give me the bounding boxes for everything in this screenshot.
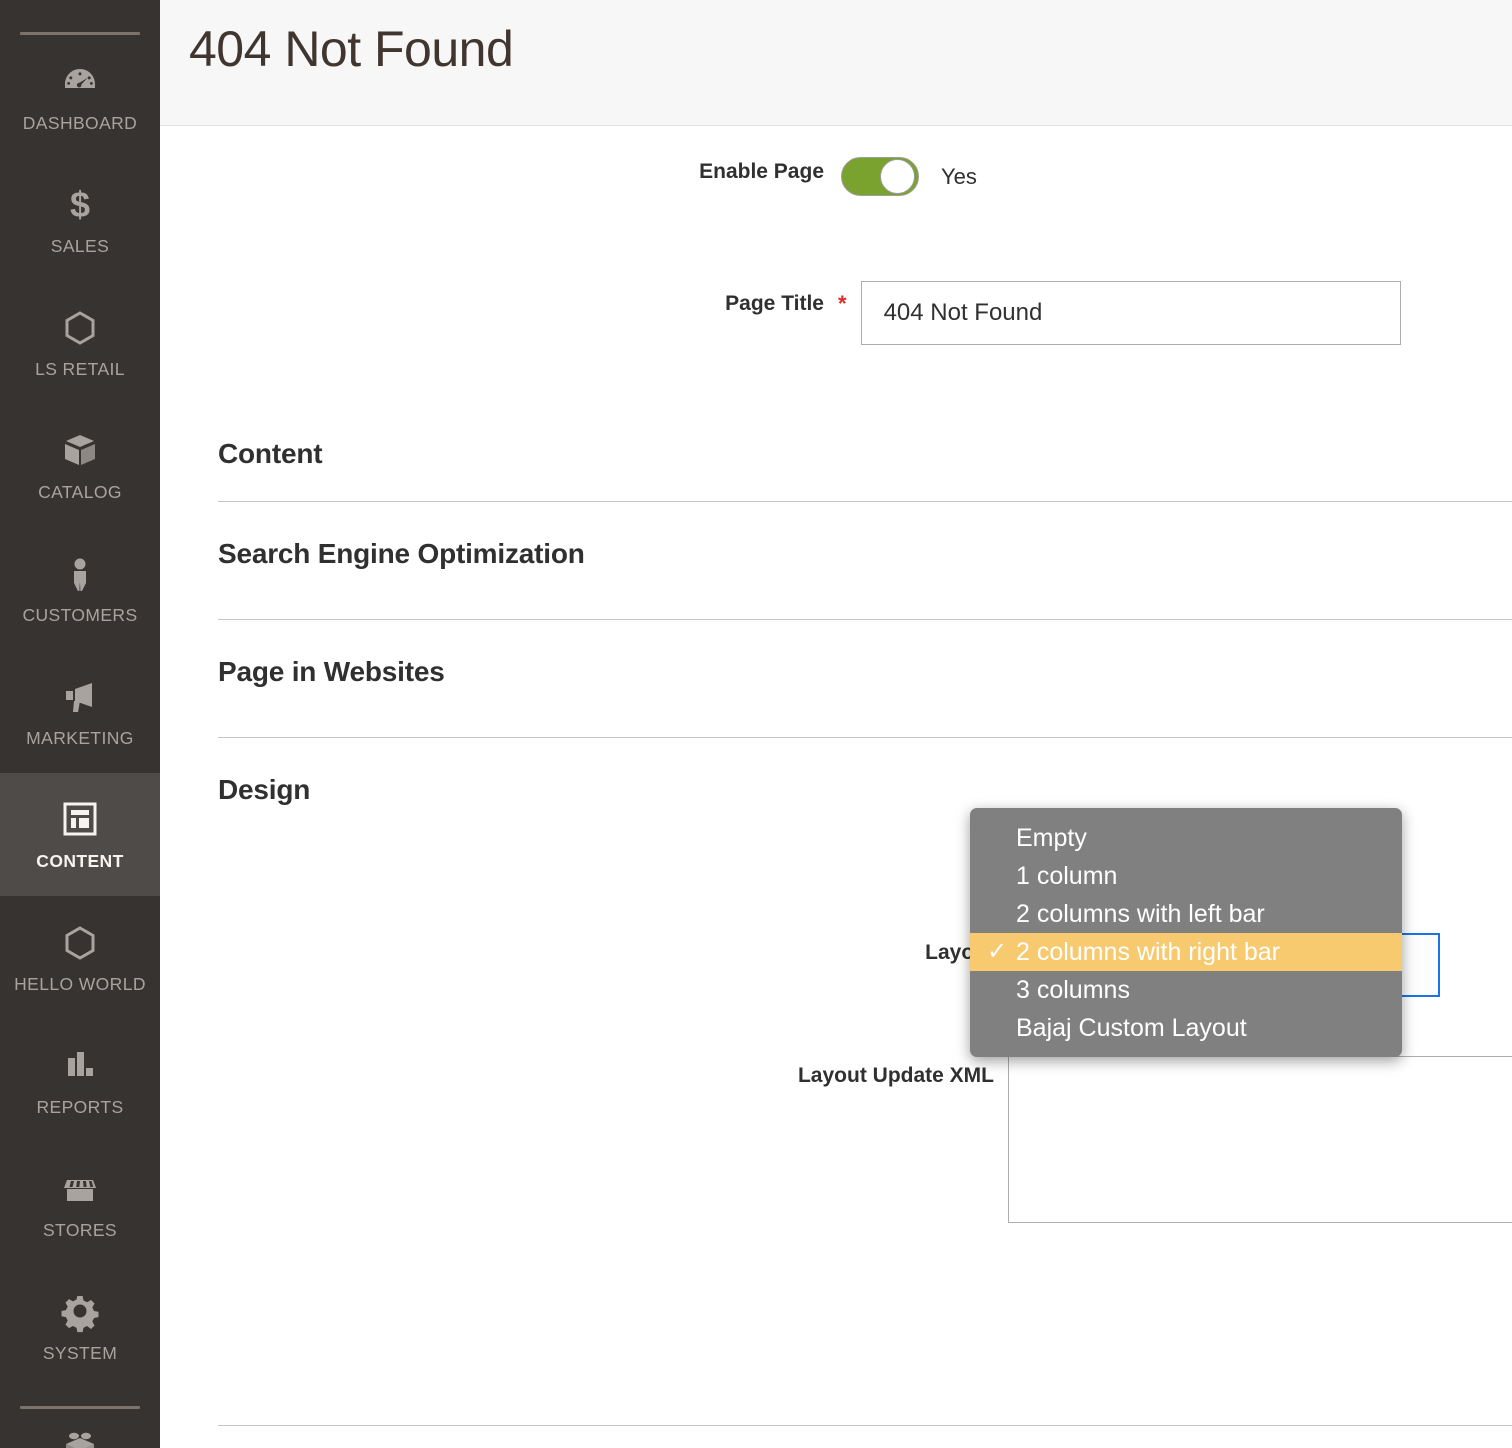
sidebar-item-label: CUSTOMERS xyxy=(22,605,138,625)
admin-page-edit-screen: DASHBOARD $ SALES LS RETAIL CATALOG CUST… xyxy=(0,0,1512,1448)
sidebar-item-label: SYSTEM xyxy=(42,1343,118,1363)
box-icon xyxy=(58,428,102,472)
section-header-design[interactable]: Design xyxy=(218,738,1512,806)
layout-icon xyxy=(58,797,102,841)
enable-page-label: Enable Page xyxy=(699,160,824,183)
sidebar-item-content[interactable]: CONTENT xyxy=(0,773,160,896)
toggle-knob xyxy=(880,159,915,194)
page-title-input[interactable] xyxy=(860,281,1401,345)
bar-chart-icon xyxy=(58,1043,102,1087)
required-asterisk: * xyxy=(838,291,847,316)
section-custom-design-update: Custom Design Update xyxy=(218,1426,1512,1448)
gear-icon xyxy=(58,1289,102,1333)
section-page-in-websites: Page in Websites xyxy=(218,620,1512,738)
sidebar-item-label: DASHBOARD xyxy=(22,113,138,133)
dropdown-option-empty[interactable]: Empty xyxy=(970,819,1402,857)
sidebar-item-marketing[interactable]: MARKETING xyxy=(0,650,160,773)
section-seo: Search Engine Optimization xyxy=(218,502,1512,620)
sidebar-item-catalog[interactable]: CATALOG xyxy=(0,404,160,527)
primary-sidebar: DASHBOARD $ SALES LS RETAIL CATALOG CUST… xyxy=(0,0,160,1448)
sidebar-item-dashboard[interactable]: DASHBOARD xyxy=(0,35,160,158)
section-header-page-in-websites[interactable]: Page in Websites xyxy=(218,620,1512,688)
sidebar-item-label: CONTENT xyxy=(36,851,124,871)
dropdown-option-label: Bajaj Custom Layout xyxy=(1016,1014,1247,1042)
hexagon-icon xyxy=(58,305,102,349)
section-header-custom-design-update[interactable]: Custom Design Update xyxy=(218,1426,1512,1448)
layout-dropdown-menu[interactable]: Empty 1 column 2 columns with left bar ✓… xyxy=(970,808,1402,1057)
storefront-icon xyxy=(58,1166,102,1210)
page-title: 404 Not Found xyxy=(189,21,514,77)
sidebar-item-label: LS RETAIL xyxy=(35,359,125,379)
person-icon xyxy=(58,551,102,595)
dropdown-option-3-columns[interactable]: 3 columns xyxy=(970,971,1402,1009)
dropdown-option-label: Empty xyxy=(1016,824,1087,852)
sidebar-item-extensions[interactable] xyxy=(0,1409,160,1448)
sidebar-item-customers[interactable]: CUSTOMERS xyxy=(0,527,160,650)
sidebar-item-ls-retail[interactable]: LS RETAIL xyxy=(0,281,160,404)
dropdown-option-2-columns-right-bar[interactable]: ✓ 2 columns with right bar xyxy=(970,933,1402,971)
section-header-content[interactable]: Content xyxy=(218,420,1512,470)
hexagon-icon xyxy=(58,920,102,964)
dropdown-option-label: 3 columns xyxy=(1016,976,1130,1004)
sidebar-item-sales[interactable]: $ SALES xyxy=(0,158,160,281)
sidebar-item-label: CATALOG xyxy=(38,482,122,502)
megaphone-icon xyxy=(58,674,102,718)
dropdown-option-label: 2 columns with left bar xyxy=(1016,900,1265,928)
dropdown-option-label: 1 column xyxy=(1016,862,1118,890)
layout-update-xml-label: Layout Update XML xyxy=(797,1064,994,1087)
layout-update-xml-row: Layout Update XML xyxy=(608,1056,1512,1223)
sidebar-item-label: REPORTS xyxy=(36,1097,124,1117)
main-content: Enable Page Yes Page Title * Content Sea… xyxy=(160,126,1512,1448)
enable-page-toggle[interactable] xyxy=(841,157,919,196)
sidebar-item-label: STORES xyxy=(42,1220,118,1240)
sidebar-item-reports[interactable]: REPORTS xyxy=(0,1019,160,1142)
enable-page-row: Enable Page Yes xyxy=(609,157,1039,196)
dropdown-option-2-columns-left-bar[interactable]: 2 columns with left bar xyxy=(970,895,1402,933)
page-header: 404 Not Found xyxy=(160,0,1512,126)
section-header-seo[interactable]: Search Engine Optimization xyxy=(218,502,1512,570)
dollar-icon: $ xyxy=(58,182,102,226)
page-title-label: Page Title xyxy=(725,292,824,315)
dropdown-option-bajaj-custom-layout[interactable]: Bajaj Custom Layout xyxy=(970,1009,1402,1047)
sidebar-item-label: HELLO WORLD xyxy=(14,974,146,994)
checkmark-icon: ✓ xyxy=(987,938,1008,965)
sidebar-item-label: MARKETING xyxy=(26,728,134,748)
enable-page-value: Yes xyxy=(941,164,977,189)
page-title-row: Page Title * xyxy=(609,281,1512,345)
sidebar-item-stores[interactable]: STORES xyxy=(0,1142,160,1265)
layout-update-xml-textarea[interactable] xyxy=(1008,1056,1512,1223)
lego-brick-icon xyxy=(58,1422,102,1448)
section-content: Content xyxy=(218,420,1512,502)
dashboard-icon xyxy=(58,59,102,103)
dropdown-option-label: 2 columns with right bar xyxy=(1016,938,1281,966)
layout-label: Layout xyxy=(925,941,994,964)
svg-text:$: $ xyxy=(70,184,90,225)
sidebar-item-system[interactable]: SYSTEM xyxy=(0,1265,160,1388)
sidebar-item-hello-world[interactable]: HELLO WORLD xyxy=(0,896,160,1019)
sidebar-item-label: SALES xyxy=(50,236,110,256)
dropdown-option-1-column[interactable]: 1 column xyxy=(970,857,1402,895)
